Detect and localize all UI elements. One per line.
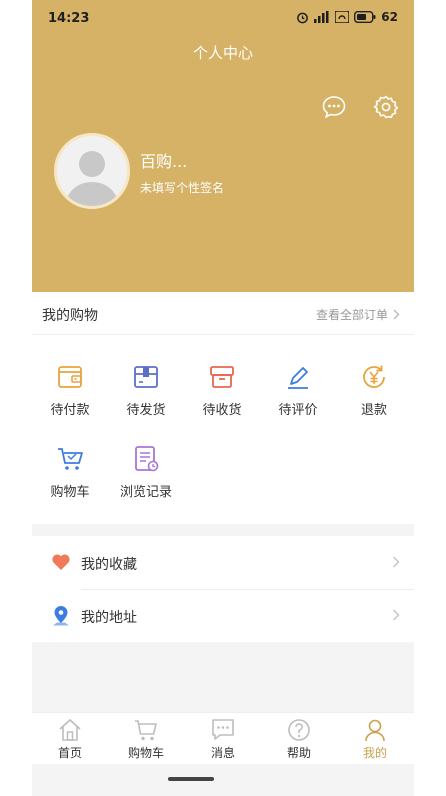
grid-label: 待发货 xyxy=(126,403,166,418)
chevron-right-icon xyxy=(393,309,400,320)
signature[interactable]: 未填写个性签名 xyxy=(140,179,224,196)
order-pending-review[interactable]: 待评价 xyxy=(263,362,333,418)
screen: 14:23 62 个人中心 百购... 未填写个性签名 我的购物 查看全部订单 … xyxy=(32,0,414,796)
menu-item-label: 我的地址 xyxy=(81,610,137,626)
grid-label: 待评价 xyxy=(278,403,318,418)
menu-item-label: 我的收藏 xyxy=(81,557,137,573)
package-icon xyxy=(134,366,158,388)
message-icon xyxy=(212,719,234,740)
battery-icon xyxy=(354,11,376,23)
grid-label: 退款 xyxy=(360,403,387,418)
signal-icon xyxy=(314,11,329,23)
wifi-icon xyxy=(335,11,350,23)
alarm-icon xyxy=(297,12,309,23)
tab-label: 帮助 xyxy=(286,746,311,760)
order-pending-receipt[interactable]: 待收货 xyxy=(187,362,257,418)
refund-icon xyxy=(363,365,385,388)
chevron-right-icon xyxy=(393,609,400,621)
tab-home[interactable]: 首页 xyxy=(40,717,100,761)
bottom-tab-bar: 首页 购物车 消息 帮助 我的 xyxy=(32,712,414,764)
tab-label: 首页 xyxy=(57,746,82,760)
tab-messages[interactable]: 消息 xyxy=(193,717,253,761)
tab-help[interactable]: 帮助 xyxy=(269,717,329,761)
grid-label: 待付款 xyxy=(50,403,90,418)
username[interactable]: 百购... xyxy=(140,148,187,172)
menu-list: 我的收藏 我的地址 xyxy=(32,536,414,642)
avatar[interactable] xyxy=(54,133,130,209)
heart-icon xyxy=(52,554,70,570)
orders-header: 我的购物 查看全部订单 xyxy=(32,292,414,335)
status-time: 14:23 xyxy=(48,11,90,26)
menu-item-address[interactable]: 我的地址 xyxy=(32,589,414,642)
order-refund[interactable]: 退款 xyxy=(339,362,409,418)
tab-cart[interactable]: 购物车 xyxy=(116,717,176,761)
settings-gear-icon[interactable] xyxy=(373,94,399,120)
box-icon xyxy=(210,366,234,388)
grid-label: 购物车 xyxy=(50,485,90,500)
tab-label: 我的 xyxy=(362,746,387,760)
tab-profile[interactable]: 我的 xyxy=(345,717,405,761)
menu-item-favorites[interactable]: 我的收藏 xyxy=(32,536,414,589)
tab-label: 消息 xyxy=(210,746,235,760)
cart-icon xyxy=(135,720,157,741)
page-title: 个人中心 xyxy=(192,44,253,62)
order-history[interactable]: 浏览记录 xyxy=(111,444,181,500)
view-all-orders-link[interactable]: 查看全部订单 xyxy=(316,306,400,323)
grid-label: 待收货 xyxy=(202,403,242,418)
pen-icon xyxy=(288,367,308,389)
history-icon xyxy=(135,446,159,472)
wallet-icon xyxy=(58,366,82,388)
orders-card: 我的购物 查看全部订单 待付款 待发货 待收货 待评价 退款 购物车 浏览记录 xyxy=(32,292,414,524)
profile-header: 14:23 62 个人中心 百购... 未填写个性签名 xyxy=(32,0,414,292)
status-indicators: 62 xyxy=(296,10,398,24)
cart-icon xyxy=(58,448,83,470)
order-pending-payment[interactable]: 待付款 xyxy=(35,362,105,418)
home-indicator[interactable] xyxy=(168,777,214,781)
location-icon xyxy=(53,606,69,626)
message-icon[interactable] xyxy=(321,94,347,120)
help-icon xyxy=(288,719,310,741)
tab-label: 购物车 xyxy=(127,746,164,760)
order-cart[interactable]: 购物车 xyxy=(35,444,105,500)
order-pending-shipment[interactable]: 待发货 xyxy=(111,362,181,418)
orders-title: 我的购物 xyxy=(42,308,98,324)
user-icon xyxy=(365,719,385,742)
battery-level: 62 xyxy=(381,10,398,24)
chevron-right-icon xyxy=(393,556,400,568)
grid-label: 浏览记录 xyxy=(119,485,172,500)
view-all-orders-label: 查看全部订单 xyxy=(315,308,388,322)
status-bar: 14:23 62 xyxy=(32,0,414,36)
home-icon xyxy=(59,718,81,741)
